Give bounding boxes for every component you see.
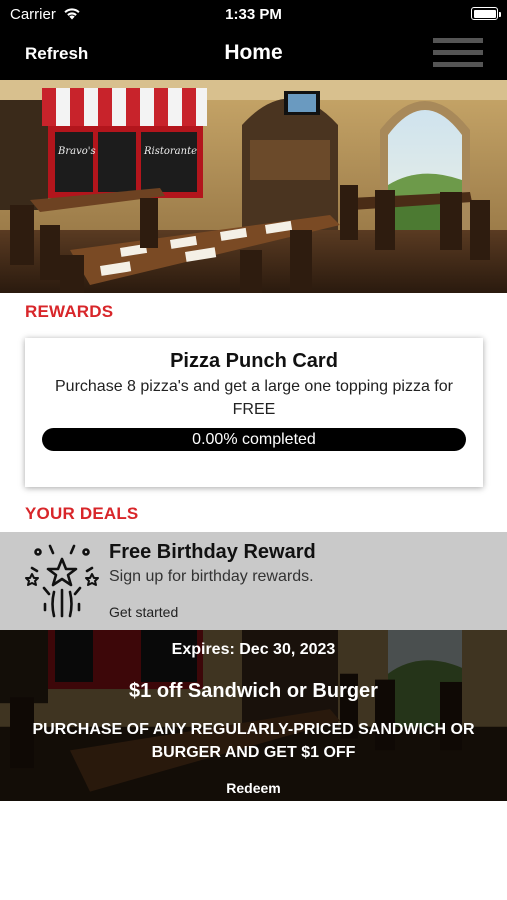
deal-expiry-date: Expires: Dec 30, 2023 [171,641,336,658]
fireworks-icon [25,544,99,618]
sandwich-deal-title: $1 off Sandwich or Burger [129,680,378,702]
refresh-button[interactable]: Refresh [25,44,88,64]
sandwich-deal-card[interactable]: Expires: Dec 30, 2023 $1 off Sandwich or… [0,630,507,801]
svg-text:Bravo's: Bravo's [57,146,96,157]
progress-label: 0.00% completed [192,431,316,448]
battery-icon [471,7,501,20]
birthday-deal-title: Free Birthday Reward [109,541,316,563]
get-started-link[interactable]: Get started [109,604,178,620]
punch-card[interactable]: Pizza Punch Card Purchase 8 pizza's and … [25,338,483,487]
birthday-deal-subtitle: Sign up for birthday rewards. [109,568,314,585]
hamburger-menu-icon[interactable] [433,38,483,68]
sandwich-deal-description: PURCHASE OF ANY REGULARLY-PRICED SANDWIC… [32,721,475,761]
status-bar: Carrier 1:33 PM [0,0,507,30]
punch-card-title: Pizza Punch Card [170,350,338,372]
nav-bar: Refresh Home [0,30,507,80]
punch-card-description: Purchase 8 pizza's and get a large one t… [55,378,453,418]
svg-text:Ristorante: Ristorante [143,146,197,157]
your-deals-heading: YOUR DEALS [25,504,139,523]
birthday-deal-card[interactable]: Free Birthday Reward Sign up for birthda… [0,532,507,630]
punch-card-progress-bar: 0.00% completed [42,428,466,451]
rewards-heading: REWARDS [25,302,114,321]
restaurant-hero-image: Bravo's Ristorante [0,80,507,293]
redeem-button[interactable]: Redeem [0,780,507,796]
status-time: 1:33 PM [225,6,282,23]
